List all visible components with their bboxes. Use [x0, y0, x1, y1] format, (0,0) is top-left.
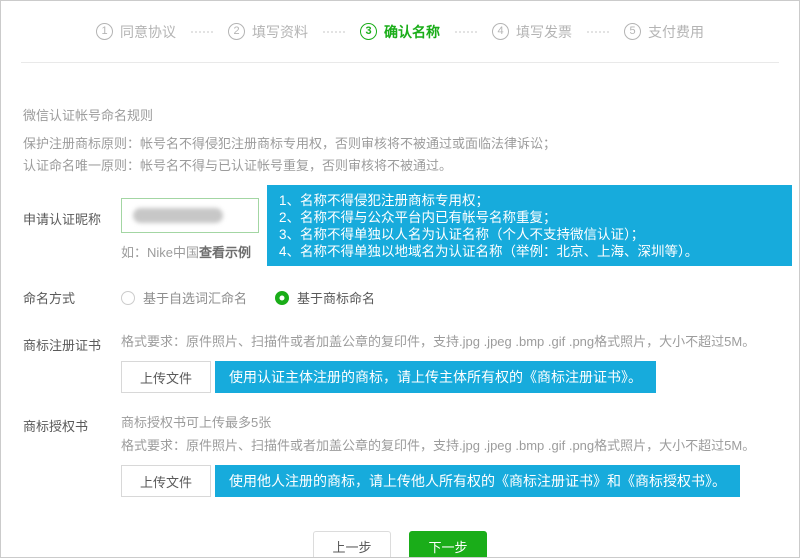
nickname-label: 申请认证昵称 [23, 185, 121, 228]
trademark-cert-upload-line: 上传文件 使用认证主体注册的商标，请上传主体所有权的《商标注册证书》。 [121, 361, 799, 393]
nickname-column: 如：Nike中国查看示例 [121, 185, 267, 261]
nickname-hint: 如：Nike中国查看示例 [121, 242, 267, 261]
step-number-icon: 5 [624, 23, 641, 40]
step-fill-invoice: 4 填写发票 [492, 22, 572, 42]
wechat-verification-page: 1 同意协议 2 填写资料 3 确认名称 4 填写发票 5 支付费用 微信认证帐… [0, 0, 800, 558]
step-separator [587, 31, 609, 33]
trademark-cert-row: 商标注册证书 格式要求：原件照片、扫描件或者加盖公章的复印件，支持.jpg .j… [23, 333, 799, 393]
tooltip-rule-line: 4、名称不得单独以地域名为认证名称（举例：北京、上海、深圳等）。 [279, 243, 780, 260]
nickname-row: 申请认证昵称 如：Nike中国查看示例 1、名称不得侵犯注册商标专用权； 2、名… [23, 185, 799, 266]
radio-option-label: 基于自选词汇命名 [143, 288, 247, 307]
trademark-auth-format-note: 格式要求：原件照片、扫描件或者加盖公章的复印件，支持.jpg .jpeg .bm… [121, 437, 799, 455]
naming-rules-title: 微信认证帐号命名规则 [23, 105, 779, 124]
view-example-link[interactable]: 查看示例 [199, 245, 251, 260]
nickname-hint-prefix: 如：Nike中国 [121, 245, 199, 260]
trademark-auth-upload-button[interactable]: 上传文件 [121, 465, 211, 497]
header-divider [21, 62, 779, 63]
trademark-cert-upload-button[interactable]: 上传文件 [121, 361, 211, 393]
radio-custom-word-naming[interactable]: 基于自选词汇命名 [121, 288, 247, 307]
footer-actions: 上一步 下一步 [1, 531, 799, 558]
naming-rules-block: 微信认证帐号命名规则 保护注册商标原则：帐号名不得侵犯注册商标专用权，否则审核将… [23, 105, 779, 177]
step-separator [323, 31, 345, 33]
step-fill-info: 2 填写资料 [228, 22, 308, 42]
trademark-cert-label: 商标注册证书 [23, 333, 121, 354]
step-number-icon: 3 [360, 23, 377, 40]
step-label: 填写发票 [516, 22, 572, 42]
step-wizard: 1 同意协议 2 填写资料 3 确认名称 4 填写发票 5 支付费用 [1, 1, 799, 62]
trademark-auth-column: 商标授权书可上传最多5张 格式要求：原件照片、扫描件或者加盖公章的复印件，支持.… [121, 414, 799, 497]
naming-method-label: 命名方式 [23, 288, 121, 307]
trademark-auth-upload-line: 上传文件 使用他人注册的商标，请上传他人所有权的《商标注册证书》和《商标授权书》… [121, 465, 799, 497]
nickname-rules-tooltip: 1、名称不得侵犯注册商标专用权； 2、名称不得与公众平台内已有帐号名称重复； 3… [267, 185, 792, 266]
trademark-cert-column: 格式要求：原件照片、扫描件或者加盖公章的复印件，支持.jpg .jpeg .bm… [121, 333, 799, 393]
step-label: 支付费用 [648, 22, 704, 42]
radio-selected-icon [275, 291, 289, 305]
radio-trademark-naming[interactable]: 基于商标命名 [275, 288, 375, 307]
next-step-button[interactable]: 下一步 [409, 531, 487, 558]
step-number-icon: 2 [228, 23, 245, 40]
tooltip-rule-line: 2、名称不得与公众平台内已有帐号名称重复； [279, 209, 780, 226]
naming-rule-line: 认证命名唯一原则：帐号名不得与已认证帐号重复，否则审核将不被通过。 [23, 155, 779, 177]
step-pay-fee: 5 支付费用 [624, 22, 704, 42]
trademark-cert-tooltip: 使用认证主体注册的商标，请上传主体所有权的《商标注册证书》。 [215, 361, 656, 393]
step-agree-protocol: 1 同意协议 [96, 22, 176, 42]
trademark-auth-limit-note: 商标授权书可上传最多5张 [121, 414, 799, 432]
naming-method-row: 命名方式 基于自选词汇命名 基于商标命名 [23, 288, 799, 307]
tooltip-rule-line: 3、名称不得单独以人名为认证名称（个人不支持微信认证）； [279, 226, 780, 243]
radio-option-label: 基于商标命名 [297, 288, 375, 307]
trademark-cert-format-note: 格式要求：原件照片、扫描件或者加盖公章的复印件，支持.jpg .jpeg .bm… [121, 333, 799, 351]
step-label: 同意协议 [120, 22, 176, 42]
step-separator [455, 31, 477, 33]
step-confirm-name: 3 确认名称 [360, 22, 440, 42]
trademark-auth-row: 商标授权书 商标授权书可上传最多5张 格式要求：原件照片、扫描件或者加盖公章的复… [23, 414, 799, 497]
step-number-icon: 1 [96, 23, 113, 40]
radio-unselected-icon [121, 291, 135, 305]
step-separator [191, 31, 213, 33]
tooltip-rule-line: 1、名称不得侵犯注册商标专用权； [279, 192, 780, 209]
step-label: 确认名称 [384, 22, 440, 42]
trademark-auth-tooltip: 使用他人注册的商标，请上传他人所有权的《商标注册证书》和《商标授权书》。 [215, 465, 740, 497]
naming-rule-line: 保护注册商标原则：帐号名不得侵犯注册商标专用权，否则审核将不被通过或面临法律诉讼… [23, 133, 779, 155]
step-number-icon: 4 [492, 23, 509, 40]
previous-step-button[interactable]: 上一步 [313, 531, 391, 558]
step-label: 填写资料 [252, 22, 308, 42]
trademark-auth-label: 商标授权书 [23, 414, 121, 435]
nickname-input[interactable] [121, 198, 259, 233]
blurred-nickname-value [133, 208, 223, 223]
